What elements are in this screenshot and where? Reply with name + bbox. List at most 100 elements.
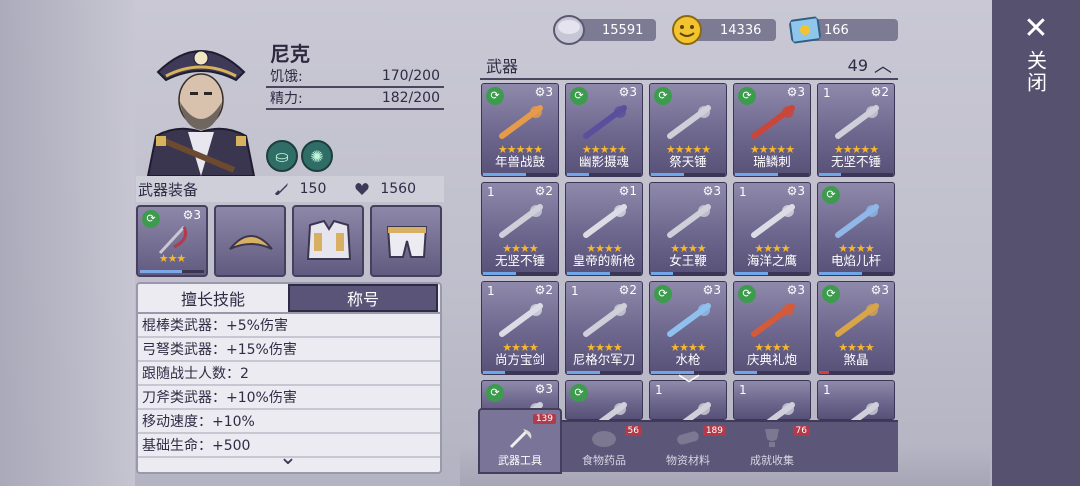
weapon-gear-value: 3 (713, 184, 721, 198)
weapon-level: 1 (823, 383, 831, 397)
weapon-name: 尼格尔军刀 (572, 352, 636, 367)
weapon-gear: ⚙2 (870, 85, 889, 99)
weapon-icon (751, 303, 795, 337)
weapons-header: 武器 49 ︿ (480, 52, 898, 80)
tab-food-medicine[interactable]: 56 食物药品 (562, 422, 646, 472)
weapon-item[interactable]: 1 ⚙3 ★★★★ 海洋之鹰 (733, 182, 811, 276)
tab-label: 食物药品 (582, 454, 626, 467)
weapon-name: 女王鞭 (669, 253, 707, 268)
ticket-currency: 166 (788, 16, 898, 44)
chevron-up-icon[interactable]: ︿ (874, 52, 892, 78)
equipment-slot-hat[interactable] (214, 205, 286, 277)
weapon-item[interactable]: ⚙3 ★★★★ 女王鞭 (649, 182, 727, 276)
weapon-progress (483, 173, 557, 176)
weapon-item[interactable]: 1 ⚙2 ★★★★★ 无坚不锤 (817, 83, 895, 177)
weapon-item[interactable]: 1 ⚙2 ★★★★ 尼格尔军刀 (565, 281, 643, 375)
weapon-item[interactable]: ⟳ ★★★★ 电焰儿杆 (817, 182, 895, 276)
weapon-name: 电焰儿杆 (830, 253, 881, 268)
weapon-icon (835, 303, 879, 337)
weapon-gear: ⚙3 (870, 283, 889, 297)
weapon-item[interactable]: ⟳ ⚙3 ★★★★ 煞晶 (817, 281, 895, 375)
hunger-value: 170/200 (381, 68, 440, 84)
slot-stars: ★★★ (158, 252, 187, 265)
tab-titles[interactable]: 称号 (288, 284, 438, 312)
weapon-name: 煞晶 (843, 352, 869, 367)
weapon-gear: ⚙3 (534, 85, 553, 99)
tab-count-badge: 56 (624, 426, 642, 436)
tab-achievements[interactable]: 76 成就收集 (730, 422, 814, 472)
close-label: 关闭 (1023, 50, 1048, 94)
scroll-down-chevron-icon[interactable]: ﹀ (672, 376, 706, 398)
weapon-item[interactable]: 1 (733, 380, 811, 436)
ticket-icon (788, 16, 822, 44)
weapon-progress (651, 173, 725, 176)
tab-label: 武器工具 (498, 454, 542, 467)
armor-icon (306, 219, 352, 260)
tab-label: 物资材料 (666, 454, 710, 467)
weapon-item[interactable]: 1 ⚙2 ★★★★ 尚方宝剑 (481, 281, 559, 375)
tab-skills[interactable]: 擅长技能 (138, 284, 288, 312)
stomach-badge-icon[interactable]: ⛀ (266, 140, 298, 172)
food-icon (592, 431, 616, 447)
health-stat: 1560 (354, 181, 416, 197)
close-icon[interactable]: ✕ (1023, 14, 1048, 44)
weapon-item[interactable]: ⟳ (565, 380, 643, 436)
weapon-gear-value: 3 (797, 184, 805, 198)
silver-currency: 15591 (553, 15, 656, 45)
weapon-name: 海洋之鹰 (746, 253, 797, 268)
weapon-gear-value: 3 (797, 85, 805, 99)
weapon-progress (567, 173, 641, 176)
silver-value: 15591 (602, 22, 644, 38)
brain-badge-icon[interactable]: ✺ (301, 140, 333, 172)
weapon-gear: ⚙3 (702, 283, 721, 297)
skill-row: 刀斧类武器：+10%伤害 (138, 386, 440, 410)
equipment-slot-pants[interactable] (370, 205, 442, 277)
character-name: 尼克 (270, 42, 310, 66)
weapon-gear-value: 3 (545, 85, 553, 99)
weapon-icon (583, 303, 627, 337)
smiley-coin-icon (672, 15, 702, 45)
weapon-name: 年兽战鼓 (494, 154, 545, 169)
weapon-level: 1 (655, 383, 663, 397)
hat-icon (229, 235, 273, 250)
energy-row: 精力: 182/200 (266, 88, 444, 110)
weapon-item[interactable]: 1 (817, 380, 895, 436)
equipment-slot-weapon[interactable]: ⟳ ⚙3 ★★★ (136, 205, 208, 277)
weapon-name: 祭天锤 (669, 154, 707, 169)
chevron-down-icon[interactable]: ⌄ (273, 447, 303, 469)
weapon-icon (751, 105, 795, 139)
skills-tabs: 擅长技能 称号 (138, 284, 440, 314)
weapon-item[interactable]: ⟳ ★★★★★ 祭天锤 (649, 83, 727, 177)
weapon-item[interactable]: ⟳ ⚙3 ★★★★ 庆典礼炮 (733, 281, 811, 375)
weapon-item[interactable]: ⟳ ⚙3 ★★★★★ 瑞鳞刺 (733, 83, 811, 177)
weapon-item[interactable]: ⚙1 ★★★★ 皇帝的新枪 (565, 182, 643, 276)
weapon-progress (651, 272, 725, 275)
weapon-item[interactable]: ⟳ ⚙3 ★★★★★ 幽影摄魂 (565, 83, 643, 177)
weapon-item[interactable]: ⟳ ⚙3 ★★★★ 水枪 (649, 281, 727, 375)
attack-value: 150 (299, 181, 327, 197)
weapon-item[interactable]: 1 ⚙2 ★★★★ 无坚不锤 (481, 182, 559, 276)
axe-icon (509, 429, 532, 449)
weapon-item[interactable]: ⟳ ⚙3 ★★★★★ 年兽战鼓 (481, 83, 559, 177)
weapon-icon (835, 204, 879, 238)
ticket-value: 166 (824, 22, 849, 38)
weapon-gear: ⚙1 (618, 184, 637, 198)
weapon-progress (567, 272, 641, 275)
weapon-level: 1 (487, 284, 495, 298)
weapon-name: 水枪 (675, 352, 701, 367)
weapon-icon (583, 204, 627, 238)
weapon-gear-value: 1 (629, 184, 637, 198)
weapon-gear: ⚙3 (618, 85, 637, 99)
close-button[interactable]: ✕ 关闭 (1020, 14, 1052, 104)
weapon-progress (819, 173, 893, 176)
weapons-count-group[interactable]: 49 ︿ (848, 52, 892, 78)
category-tabbar: 139 武器工具 56 食物药品 189 物资材料 76 成就收集 (478, 408, 898, 474)
tab-materials[interactable]: 189 物资材料 (646, 422, 730, 472)
weapon-progress (483, 371, 557, 374)
weapon-name: 尚方宝剑 (494, 352, 545, 367)
equipment-slot-armor[interactable] (292, 205, 364, 277)
silver-coin-icon (553, 15, 585, 45)
weapon-progress (483, 272, 557, 275)
tab-weapons-tools[interactable]: 139 武器工具 (478, 408, 562, 474)
weapon-gear: ⚙2 (618, 283, 637, 297)
